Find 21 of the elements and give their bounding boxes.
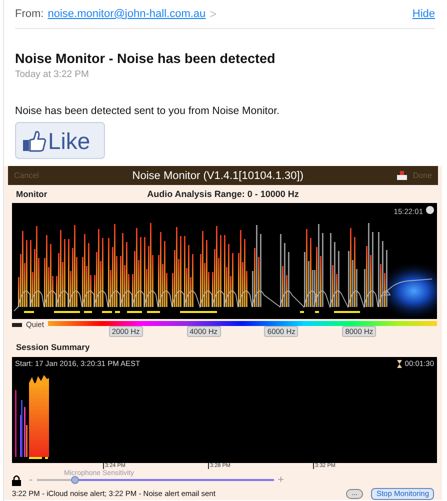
lock-icon	[12, 474, 21, 486]
email-date: Today at 3:22 PM	[15, 68, 90, 82]
app-title: Noise Monitor (V1.4.1[10104.1.30])	[132, 168, 304, 184]
from-label: From:	[15, 6, 44, 22]
hide-link[interactable]: Hide	[412, 6, 435, 22]
thumbs-up-icon	[22, 130, 46, 152]
plus-button[interactable]: +	[278, 474, 284, 486]
email-subject: Noise Monitor - Noise has been detected	[15, 50, 276, 68]
monitor-label: Monitor	[16, 188, 48, 201]
like-button[interactable]: Like	[15, 122, 105, 160]
hourglass-icon	[396, 360, 402, 368]
quiet-swatch-icon	[12, 322, 22, 327]
slider-thumb[interactable]	[70, 476, 79, 484]
tray-icon	[396, 171, 407, 180]
minus-button[interactable]: -	[29, 474, 33, 486]
range-label: Audio Analysis Range: 0 - 10000 Hz	[147, 188, 299, 201]
session-summary-label: Session Summary	[15, 341, 91, 354]
sender-link[interactable]: noise.monitor@john-hall.com.au	[48, 6, 206, 22]
clock-icon	[426, 206, 434, 214]
email-body: Noise has been detected sent to you from Noise Monitor.	[15, 104, 280, 120]
chevron-icon: >	[210, 5, 217, 23]
